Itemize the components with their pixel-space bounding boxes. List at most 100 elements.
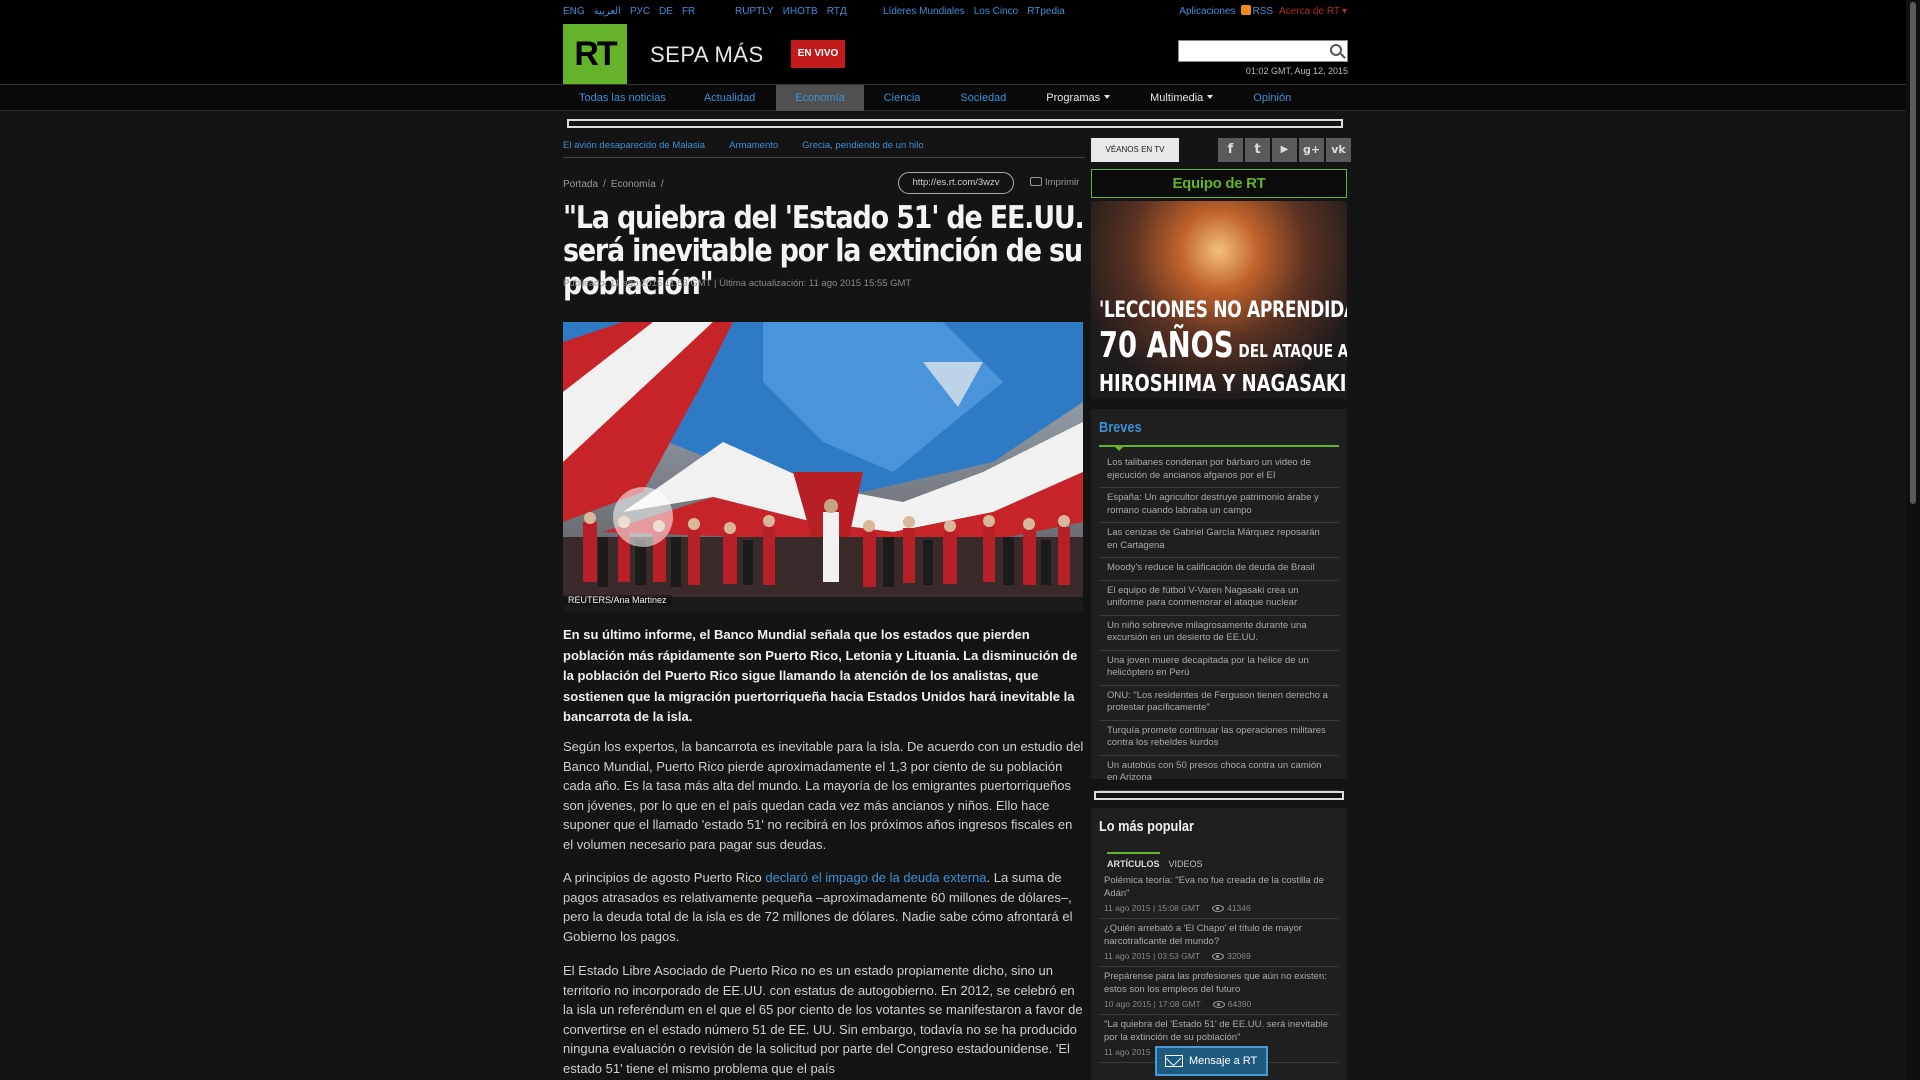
nav-ciencia[interactable]: Ciencia [864, 85, 941, 111]
lideres-mundiales-link[interactable]: Líderes Mundiales [883, 6, 965, 17]
article-paragraph: A principios de agosto Puerto Rico decla… [563, 868, 1085, 946]
main-nav: Todas las noticias Actualidad Economía C… [0, 84, 1920, 111]
promo-line: HIROSHIMA Y NAGASAKI [1099, 371, 1347, 397]
search-icon[interactable] [1330, 44, 1342, 56]
googleplus-icon[interactable]: g+ [1299, 138, 1324, 162]
scrollbar-thumb[interactable] [1910, 2, 1916, 504]
short-url-field[interactable]: http://es.rt.com/3wzv [898, 172, 1014, 194]
search-input[interactable] [1179, 41, 1319, 61]
apps-link[interactable]: Aplicaciones [1179, 6, 1235, 17]
nav-opinion[interactable]: Opinión [1233, 85, 1311, 111]
brief-item[interactable]: Un autobús con 50 presos choca contra un… [1099, 756, 1339, 791]
hot-topic-link[interactable]: Grecia, pendiendo de un hilo [802, 140, 923, 151]
nav-sociedad[interactable]: Sociedad [940, 85, 1026, 111]
mail-icon [1165, 1055, 1183, 1067]
search-box [1178, 40, 1348, 62]
inline-article-link[interactable]: declaró el impago de la deuda externa [765, 870, 986, 885]
rtpedia-link[interactable]: RTpedia [1027, 6, 1065, 17]
breadcrumb-section[interactable]: Economía [611, 179, 656, 190]
breadcrumb-home[interactable]: Portada [563, 179, 598, 190]
vk-icon[interactable]: vk [1326, 138, 1351, 162]
message-label: Mensaje a RT [1189, 1055, 1258, 1067]
chevron-down-icon [1207, 95, 1214, 99]
breadcrumb: Portada / Economía / [563, 179, 669, 190]
lang-link-de[interactable]: DE [659, 6, 673, 17]
popular-item[interactable]: Polémica teoría: "Eva no fue creada de l… [1099, 871, 1339, 919]
rt-logo[interactable]: RT [563, 24, 627, 84]
sister-site-links: RUPTLY ИНОТВ RTД [735, 0, 856, 24]
banner-placeholder [1094, 791, 1344, 800]
hot-topic-link[interactable]: El avión desaparecido de Malasia [563, 140, 705, 151]
popular-item-meta: 10 ago 2015 | 17:08 GMT 64390 [1104, 999, 1334, 1009]
youtube-icon[interactable]: ▶ [1272, 138, 1297, 162]
popular-item[interactable]: ¿Quién arrebató a 'El Chapo' el título d… [1099, 919, 1339, 967]
breadcrumb-separator: / [660, 179, 664, 190]
promo-banner[interactable]: 'LECCIONES NO APRENDIDAS' 70 AÑOS DEL AT… [1091, 201, 1347, 399]
logo-text: RT [574, 34, 617, 73]
popular-item-views: 64390 [1227, 999, 1252, 1009]
rtd-link[interactable]: RTД [827, 6, 847, 17]
tagline: SEPA MÁS [650, 42, 764, 67]
lang-link-fr[interactable]: FR [682, 6, 695, 17]
brief-item[interactable]: Los talibanes condenan por bárbaro un vi… [1099, 453, 1339, 488]
tab-articulos[interactable]: ARTÍCULOS [1107, 852, 1160, 869]
lang-link-arabic[interactable]: العربية [594, 6, 621, 17]
image-caption: REUTERS/Ana Martinez [563, 595, 672, 605]
news-briefs: Breves Los talibanes condenan por bárbar… [1091, 409, 1347, 791]
watch-tv-button[interactable]: VÉANOS EN TV [1091, 138, 1179, 162]
tab-videos[interactable]: VIDEOS [1169, 854, 1203, 869]
about-link[interactable]: Acerca de RT [1279, 6, 1340, 17]
rss-link[interactable]: RSS [1252, 6, 1273, 17]
brief-item[interactable]: Un niño sobrevive milagrosamente durante… [1099, 616, 1339, 651]
scrollbar[interactable] [1906, 0, 1920, 1080]
brief-item[interactable]: España: Un agricultor destruye patrimoni… [1099, 488, 1339, 523]
rss-icon[interactable] [1241, 5, 1252, 15]
inotv-link[interactable]: ИНОТВ [783, 6, 818, 17]
popular-item-date: 11 ago 2015 | 15:08 GMT [1104, 903, 1201, 913]
print-label: Imprimir [1045, 177, 1080, 188]
article-lede: En su último informe, el Banco Mundial s… [563, 627, 1078, 724]
live-button[interactable]: EN VIVO [791, 40, 845, 68]
ruptly-link[interactable]: RUPTLY [735, 6, 774, 17]
eye-icon [1212, 1001, 1225, 1008]
brief-item[interactable]: ONU: "Los residentes de Ferguson tienen … [1099, 686, 1339, 721]
popular-item-title[interactable]: "La quiebra del 'Estado 51' de EE.UU. se… [1104, 1019, 1334, 1044]
language-links: ENG العربية РУС DE FR [563, 0, 704, 24]
nav-economia[interactable]: Economía [776, 85, 864, 111]
message-rt-button[interactable]: Mensaje a RT [1155, 1046, 1268, 1076]
popular-item-views: 41346 [1227, 903, 1251, 913]
brief-item[interactable]: El equipo de fútbol V-Varen Nagasaki cre… [1099, 581, 1339, 616]
nav-todas-las-noticias[interactable]: Todas las noticias [563, 85, 683, 111]
chevron-down-icon [1104, 95, 1111, 99]
lang-link-rus[interactable]: РУС [630, 6, 650, 17]
twitter-icon[interactable]: t [1245, 138, 1270, 162]
brief-item[interactable]: Las cenizas de Gabriel García Márquez re… [1099, 523, 1339, 558]
brief-item[interactable]: Turquía promete continuar las operacione… [1099, 721, 1339, 756]
team-title[interactable]: Equipo de RT [1091, 169, 1347, 198]
promo-big-text: 70 AÑOS [1099, 325, 1234, 366]
lang-link-eng[interactable]: ENG [563, 6, 585, 17]
print-button[interactable]: Imprimir [1030, 177, 1079, 188]
brief-item[interactable]: Una joven muere decapitada por la hélice… [1099, 651, 1339, 686]
article-image [563, 322, 1083, 612]
los-cinco-link[interactable]: Los Cinco [974, 6, 1018, 17]
popular-item-title[interactable]: Polémica teoría: "Eva no fue creada de l… [1104, 875, 1334, 900]
nav-actualidad[interactable]: Actualidad [683, 85, 776, 111]
article-paragraph: El Estado Libre Asociado de Puerto Rico … [563, 963, 1083, 1076]
top-strip: ENG العربية РУС DE FR RUPTLY ИНОТВ RTД Líderes… [0, 0, 1920, 24]
hot-topic-link[interactable]: Armamento [729, 140, 778, 151]
extra-links: Líderes Mundiales Los Cinco RTpedia [883, 0, 1074, 24]
brief-item[interactable]: Moody's reduce la calificación de deuda … [1099, 558, 1339, 581]
most-popular: Lo más popular ARTÍCULOS VIDEOS Polémica … [1091, 808, 1347, 1080]
popular-item-title[interactable]: ¿Quién arrebató a 'El Chapo' el título d… [1104, 923, 1334, 948]
briefs-list: Los talibanes condenan por bárbaro un vi… [1099, 453, 1339, 791]
popular-item-title[interactable]: Prepárense para las profesiones que aún … [1104, 971, 1334, 996]
popular-tabs: ARTÍCULOS VIDEOS [1107, 852, 1212, 869]
paragraph-text: A principios de agosto Puerto Rico [563, 870, 766, 885]
facebook-icon[interactable]: f [1218, 138, 1243, 162]
popular-item[interactable]: Prepárense para las profesiones que aún … [1099, 967, 1339, 1015]
nav-multimedia[interactable]: Multimedia [1130, 85, 1233, 111]
popular-item-date: 11 ago 2015 [1104, 1047, 1151, 1057]
nav-programas[interactable]: Programas [1026, 85, 1130, 111]
nav-label: Todas las noticias [579, 92, 666, 104]
